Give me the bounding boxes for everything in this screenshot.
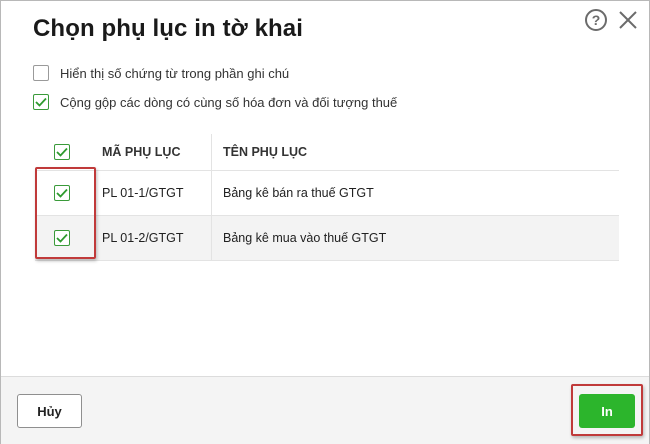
checkmark-icon — [56, 233, 68, 243]
option-merge-rows[interactable]: Cộng gộp các dòng có cùng số hóa đơn và … — [33, 94, 397, 110]
row-checkbox[interactable] — [54, 185, 70, 201]
appendix-code: PL 01-2/GTGT — [89, 216, 212, 260]
checkmark-icon — [35, 97, 47, 107]
dialog-title: Chọn phụ lục in tờ khai — [33, 15, 304, 42]
appendix-table: MÃ PHỤ LỤC TÊN PHỤ LỤC PL 01-1/GTGT Bảng… — [35, 134, 619, 261]
merge-rows-checkbox[interactable] — [33, 94, 49, 110]
column-header-name[interactable]: TÊN PHỤ LỤC — [212, 134, 619, 170]
close-icon[interactable] — [617, 9, 639, 31]
column-header-code[interactable]: MÃ PHỤ LỤC — [89, 134, 212, 170]
table-header-row: MÃ PHỤ LỤC TÊN PHỤ LỤC — [35, 134, 619, 171]
cancel-button[interactable]: Hủy — [17, 394, 82, 428]
row-checkbox[interactable] — [54, 230, 70, 246]
appendix-name: Bảng kê mua vào thuế GTGT — [223, 231, 387, 245]
select-all-checkbox[interactable] — [54, 144, 70, 160]
table-row[interactable]: PL 01-2/GTGT Bảng kê mua vào thuế GTGT — [35, 216, 619, 261]
print-appendix-dialog: Chọn phụ lục in tờ khai ? Hiển thị số ch… — [0, 0, 650, 444]
option-show-document-number[interactable]: Hiển thị số chứng từ trong phần ghi chú — [33, 65, 289, 81]
table-row[interactable]: PL 01-1/GTGT Bảng kê bán ra thuế GTGT — [35, 171, 619, 216]
show-document-number-label: Hiển thị số chứng từ trong phần ghi chú — [60, 65, 290, 81]
checkmark-icon — [56, 147, 68, 157]
help-icon[interactable]: ? — [585, 9, 607, 31]
appendix-name: Bảng kê bán ra thuế GTGT — [223, 186, 374, 200]
merge-rows-label: Cộng gộp các dòng có cùng số hóa đơn và … — [60, 94, 398, 110]
checkmark-icon — [56, 188, 68, 198]
show-document-number-checkbox[interactable] — [33, 65, 49, 81]
dialog-footer: Hủy In — [1, 376, 649, 444]
print-button[interactable]: In — [579, 394, 635, 428]
appendix-code: PL 01-1/GTGT — [89, 171, 212, 215]
